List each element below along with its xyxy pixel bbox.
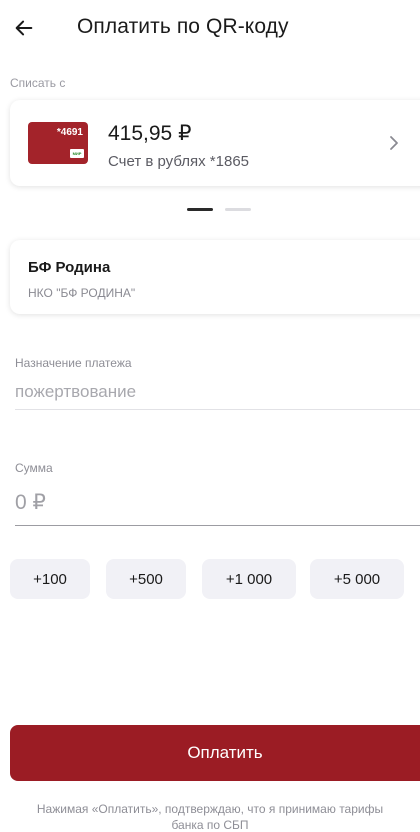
back-button[interactable]	[10, 14, 38, 42]
chevron-right-icon	[390, 136, 398, 150]
pay-button[interactable]: Оплатить	[10, 725, 420, 781]
purpose-input[interactable]	[15, 374, 420, 410]
pager-dot-active	[187, 208, 213, 211]
recipient-name: БФ Родина	[28, 259, 111, 276]
quick-amount-500[interactable]: +500	[106, 559, 186, 599]
debit-label: Списать с	[10, 76, 66, 90]
amount-label: Сумма	[15, 461, 53, 475]
account-selector[interactable]: *4691 МИР 415,95 ₽ Счет в рублях *1865	[10, 100, 420, 186]
mir-logo: МИР	[70, 149, 84, 158]
pager-dot[interactable]	[225, 208, 251, 211]
card-thumbnail: *4691 МИР	[28, 122, 88, 164]
quick-amount-100[interactable]: +100	[10, 559, 90, 599]
page-title: Оплатить по QR-коду	[77, 15, 289, 38]
arrow-left-icon	[15, 20, 33, 36]
account-description: Счет в рублях *1865	[108, 153, 250, 170]
recipient-card: БФ Родина НКО "БФ РОДИНА"	[10, 240, 420, 314]
quick-amount-5000[interactable]: +5 000	[310, 559, 404, 599]
payment-screen: Оплатить по QR-коду Списать с *4691 МИР …	[0, 0, 420, 832]
account-balance: 415,95 ₽	[108, 122, 192, 145]
header: Оплатить по QR-коду	[0, 0, 420, 56]
quick-amount-1000[interactable]: +1 000	[202, 559, 296, 599]
disclaimer-text: Нажимая «Оплатить», подтверждаю, что я п…	[36, 802, 384, 832]
card-pager	[0, 208, 420, 212]
recipient-organization: НКО "БФ РОДИНА"	[28, 286, 136, 300]
amount-input[interactable]	[15, 480, 420, 526]
card-number: *4691	[56, 127, 83, 138]
purpose-label: Назначение платежа	[15, 356, 132, 370]
